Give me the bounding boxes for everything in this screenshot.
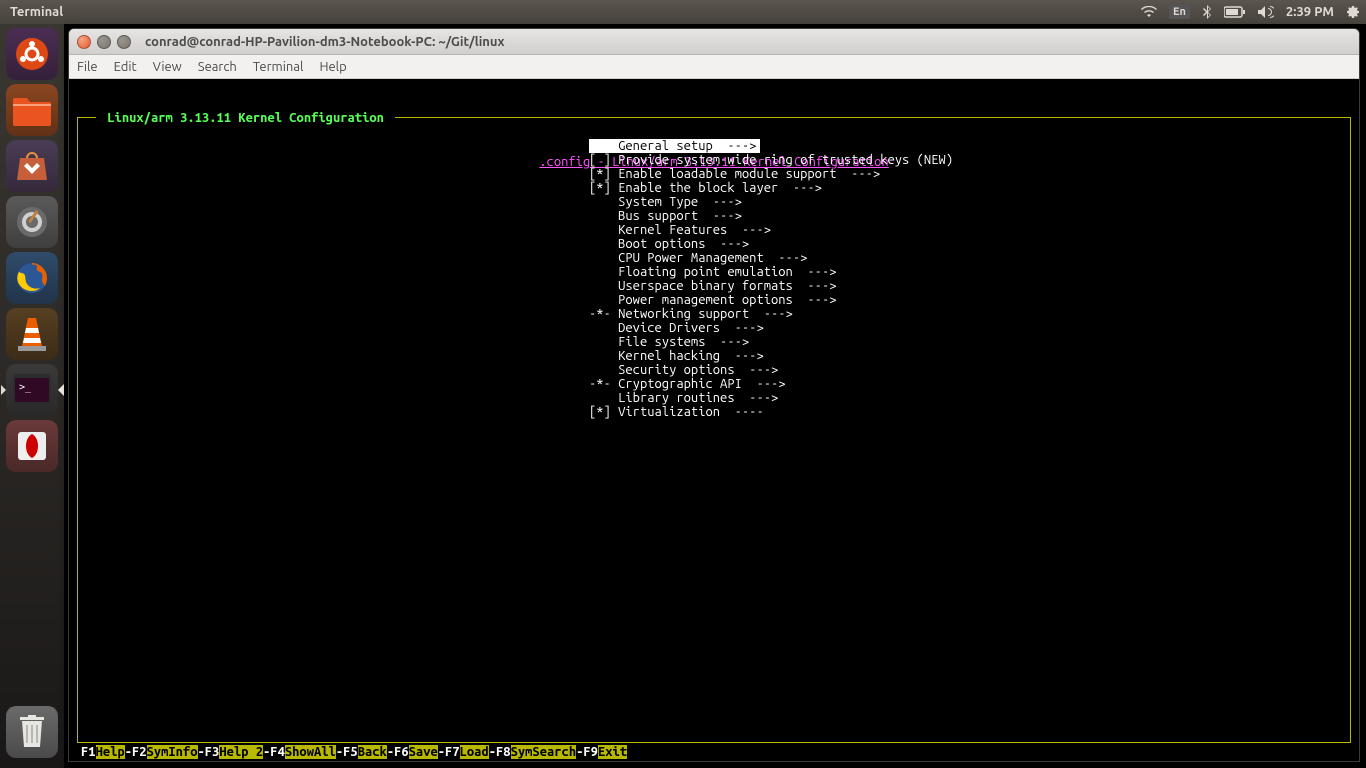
menu-help[interactable]: Help: [319, 60, 346, 74]
config-item-7[interactable]: Boot options --->: [69, 237, 1359, 251]
config-item-2[interactable]: [*] Enable loadable module support --->: [69, 167, 1359, 181]
config-item-8[interactable]: CPU Power Management --->: [69, 251, 1359, 265]
active-app-label: Terminal: [0, 5, 73, 19]
menu-edit[interactable]: Edit: [114, 60, 137, 74]
launcher-files[interactable]: [6, 84, 58, 136]
launcher-settings[interactable]: [6, 196, 58, 248]
menubar: File Edit View Search Terminal Help: [69, 55, 1359, 79]
titlebar[interactable]: conrad@conrad-HP-Pavilion-dm3-Notebook-P…: [69, 29, 1359, 55]
launcher-vlc[interactable]: [6, 308, 58, 360]
launcher-terminal[interactable]: >_: [6, 364, 58, 416]
function-key-bar: F1Help-F2SymInfo-F3Help 2-F4ShowAll-F5Ba…: [81, 745, 627, 759]
launcher-dash[interactable]: [6, 28, 58, 80]
config-item-19[interactable]: [*] Virtualization ----: [69, 405, 1359, 419]
minimize-button[interactable]: [97, 35, 111, 49]
window-title: conrad@conrad-HP-Pavilion-dm3-Notebook-P…: [145, 35, 505, 49]
config-item-3[interactable]: [*] Enable the block layer --->: [69, 181, 1359, 195]
config-item-5[interactable]: Bus support --->: [69, 209, 1359, 223]
terminal-content[interactable]: .config - Linux/arm 3.13.11 Kernel Confi…: [69, 79, 1359, 761]
config-item-12[interactable]: -*- Networking support --->: [69, 307, 1359, 321]
language-indicator[interactable]: En: [1163, 5, 1196, 19]
config-item-6[interactable]: Kernel Features --->: [69, 223, 1359, 237]
menu-terminal[interactable]: Terminal: [253, 60, 304, 74]
svg-text:>_: >_: [19, 382, 32, 393]
trash-tile[interactable]: [6, 706, 58, 758]
battery-icon[interactable]: [1218, 6, 1252, 18]
maximize-button[interactable]: [117, 35, 131, 49]
launcher-software-center[interactable]: [6, 140, 58, 192]
launcher-evince[interactable]: [6, 420, 58, 472]
config-item-18[interactable]: Library routines --->: [69, 391, 1359, 405]
clock[interactable]: 2:39 PM: [1280, 5, 1340, 19]
config-item-0[interactable]: General setup --->: [589, 139, 760, 153]
config-item-11[interactable]: Power management options --->: [69, 293, 1359, 307]
launcher-firefox[interactable]: [6, 252, 58, 304]
config-item-15[interactable]: Kernel hacking --->: [69, 349, 1359, 363]
config-item-14[interactable]: File systems --->: [69, 335, 1359, 349]
config-box-label: Linux/arm 3.13.11 Kernel Configuration: [96, 111, 395, 125]
unity-launcher: >_: [0, 24, 64, 768]
top-panel: Terminal En 2:39 PM: [0, 0, 1366, 24]
config-item-13[interactable]: Device Drivers --->: [69, 321, 1359, 335]
gear-icon[interactable]: [1340, 5, 1366, 19]
config-item-9[interactable]: Floating point emulation --->: [69, 265, 1359, 279]
volume-icon[interactable]: [1252, 5, 1280, 19]
menu-view[interactable]: View: [153, 60, 182, 74]
config-item-10[interactable]: Userspace binary formats --->: [69, 279, 1359, 293]
menu-search[interactable]: Search: [198, 60, 237, 74]
wifi-icon[interactable]: [1135, 6, 1163, 18]
config-item-1[interactable]: [ ] Provide system-wide ring of trusted …: [69, 153, 1359, 167]
close-button[interactable]: [77, 35, 91, 49]
config-item-16[interactable]: Security options --->: [69, 363, 1359, 377]
config-item-4[interactable]: System Type --->: [69, 195, 1359, 209]
menu-file[interactable]: File: [77, 60, 98, 74]
terminal-window: conrad@conrad-HP-Pavilion-dm3-Notebook-P…: [68, 28, 1360, 762]
config-item-17[interactable]: -*- Cryptographic API --->: [69, 377, 1359, 391]
bluetooth-icon[interactable]: [1196, 5, 1218, 19]
